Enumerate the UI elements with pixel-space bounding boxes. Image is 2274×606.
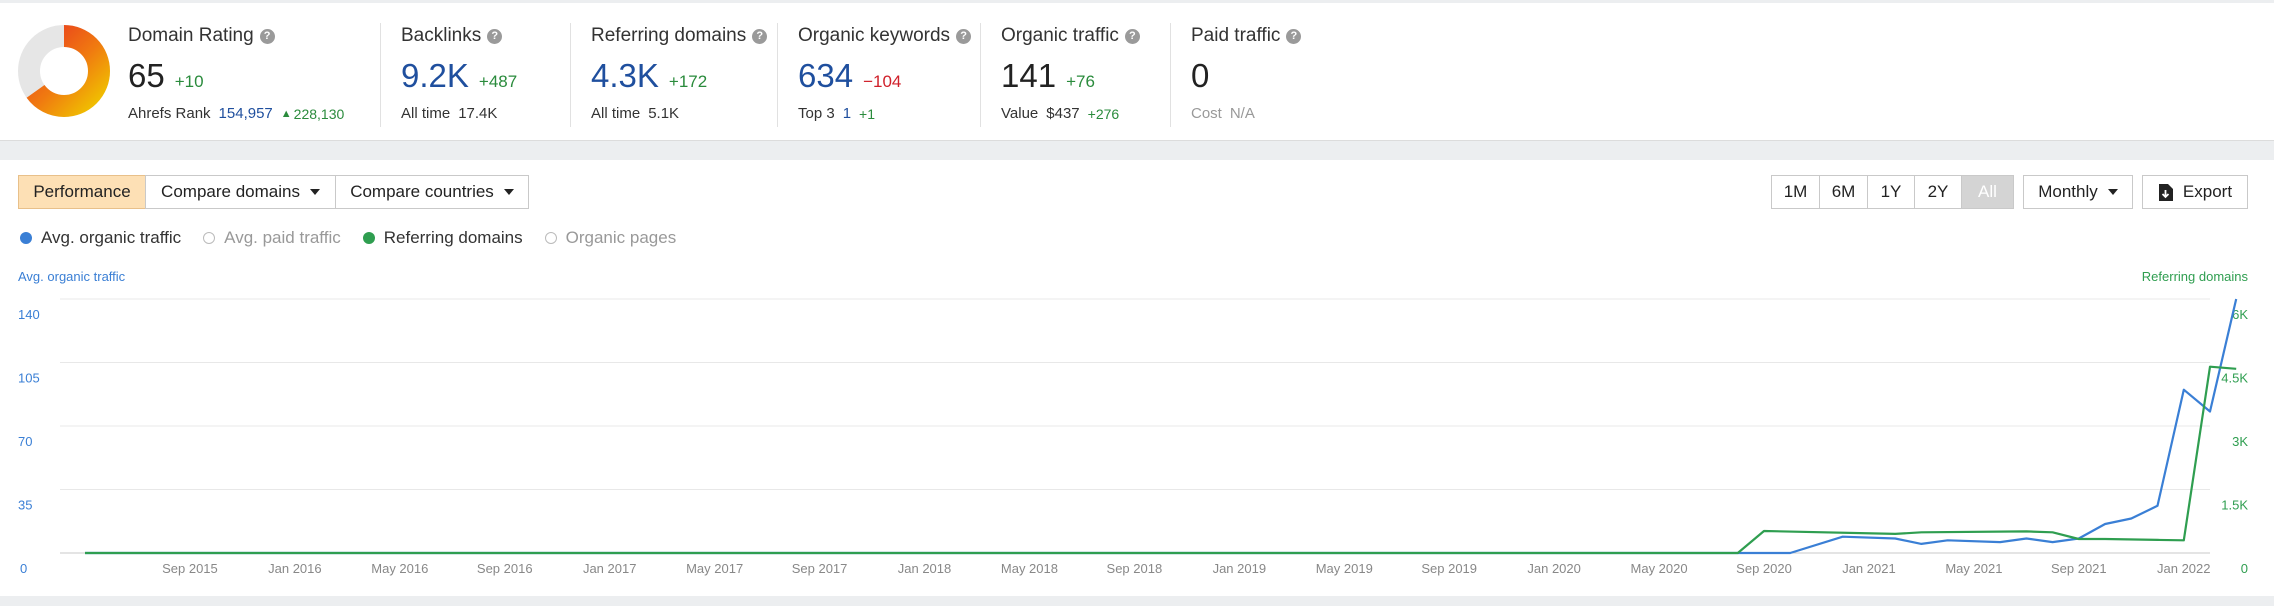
backlinks-metric: Backlinks? 9.2K +487 All time 17.4K bbox=[380, 23, 560, 127]
organic-traffic-value: 141 bbox=[1001, 57, 1057, 94]
y-right-tick-label: 3K bbox=[2232, 434, 2248, 449]
y-right-tick-label: 1.5K bbox=[2221, 498, 2248, 513]
x-tick-label: May 2018 bbox=[1001, 561, 1058, 576]
organic-keywords-title: Organic keywords bbox=[798, 25, 951, 46]
y-left-tick-label: 0 bbox=[20, 561, 27, 576]
referring-domains-alltime-value: 5.1K bbox=[648, 105, 680, 122]
top3-delta: +1 bbox=[859, 105, 876, 122]
x-tick-label: Jan 2017 bbox=[583, 561, 637, 576]
paid-traffic-title: Paid traffic bbox=[1191, 25, 1281, 46]
traffic-value-label: Value bbox=[1001, 105, 1039, 122]
backlinks-alltime-value: 17.4K bbox=[458, 105, 498, 122]
y-left-tick-label: 35 bbox=[18, 498, 32, 513]
cost-value: N/A bbox=[1229, 105, 1255, 122]
referring-domains-value[interactable]: 4.3K bbox=[591, 57, 659, 95]
y-left-tick-label: 70 bbox=[18, 434, 32, 449]
backlinks-delta: +487 bbox=[478, 72, 518, 91]
metrics-bar: Domain Rating? 65 +10 Ahrefs Rank 154,957 ▲… bbox=[0, 3, 2274, 141]
traffic-value-amount: $437 bbox=[1046, 105, 1080, 122]
x-tick-label: Sep 2017 bbox=[792, 561, 848, 576]
x-tick-label: Sep 2021 bbox=[2051, 561, 2107, 576]
x-tick-label: Jan 2022 bbox=[2157, 561, 2211, 576]
x-tick-label: Sep 2015 bbox=[162, 561, 218, 576]
ahrefs-rank-value[interactable]: 154,957 bbox=[219, 105, 273, 122]
x-tick-label: Sep 2019 bbox=[1421, 561, 1477, 576]
help-icon[interactable]: ? bbox=[956, 28, 972, 44]
help-icon[interactable]: ? bbox=[259, 28, 275, 44]
organic-keywords-metric: Organic keywords? 634 −104 Top 3 1 +1 bbox=[777, 23, 977, 127]
help-icon[interactable]: ? bbox=[487, 28, 503, 44]
ahrefs-rank-delta: 228,130 bbox=[293, 105, 345, 122]
referring-domains-title: Referring domains bbox=[591, 25, 747, 46]
x-tick-label: May 2017 bbox=[686, 561, 743, 576]
referring-domains-delta: +172 bbox=[668, 72, 708, 91]
arrow-up-icon: ▲ bbox=[280, 107, 292, 120]
backlinks-value[interactable]: 9.2K bbox=[401, 57, 469, 95]
top3-value[interactable]: 1 bbox=[843, 105, 851, 122]
referring-domains-alltime-label: All time bbox=[591, 105, 641, 122]
x-tick-label: Sep 2018 bbox=[1107, 561, 1163, 576]
y-axis-left-title: Avg. organic traffic bbox=[18, 269, 126, 284]
cost-label: Cost bbox=[1191, 105, 1222, 122]
x-tick-label: May 2016 bbox=[371, 561, 428, 576]
y-left-tick-label: 140 bbox=[18, 307, 40, 322]
domain-rating-title: Domain Rating bbox=[128, 25, 254, 46]
help-icon[interactable]: ? bbox=[1124, 28, 1140, 44]
x-tick-label: May 2019 bbox=[1316, 561, 1373, 576]
domain-rating-metric: Domain Rating? 65 +10 Ahrefs Rank 154,957 ▲… bbox=[128, 23, 378, 127]
traffic-chart: Avg. organic traffic Referring domains 0… bbox=[18, 269, 2249, 576]
help-icon[interactable]: ? bbox=[1286, 28, 1302, 44]
backlinks-alltime-label: All time bbox=[401, 105, 451, 122]
x-tick-label: Jan 2020 bbox=[1527, 561, 1581, 576]
x-tick-label: Jan 2018 bbox=[898, 561, 952, 576]
y-right-tick-label: 0 bbox=[2241, 561, 2248, 576]
x-tick-label: Jan 2021 bbox=[1842, 561, 1896, 576]
traffic-value-delta: +276 bbox=[1087, 105, 1120, 122]
referring-domains-metric: Referring domains? 4.3K +172 All time 5.1K bbox=[570, 23, 770, 127]
organic-keywords-value[interactable]: 634 bbox=[798, 57, 853, 95]
x-tick-label: Sep 2020 bbox=[1736, 561, 1792, 576]
x-tick-label: Jan 2019 bbox=[1213, 561, 1267, 576]
domain-rating-donut bbox=[18, 25, 110, 117]
organic-traffic-title: Organic traffic bbox=[1001, 25, 1119, 46]
performance-panel: Performance Compare domains Compare coun… bbox=[0, 160, 2274, 596]
organic-traffic-metric: Organic traffic? 141 +76 Value $437 +276 bbox=[980, 23, 1170, 127]
y-axis-right-title: Referring domains bbox=[2142, 269, 2249, 284]
paid-traffic-metric: Paid traffic? 0 Cost N/A bbox=[1170, 23, 1370, 127]
x-tick-label: Sep 2016 bbox=[477, 561, 533, 576]
x-tick-label: May 2020 bbox=[1631, 561, 1688, 576]
domain-rating-delta: +10 bbox=[174, 72, 204, 91]
backlinks-title: Backlinks bbox=[401, 25, 482, 46]
top3-label: Top 3 bbox=[798, 105, 835, 122]
series-line-referring-domains bbox=[85, 365, 2237, 555]
x-tick-label: May 2021 bbox=[1945, 561, 2002, 576]
ahrefs-rank-label: Ahrefs Rank bbox=[128, 105, 211, 122]
organic-traffic-delta: +76 bbox=[1066, 72, 1095, 91]
help-icon[interactable]: ? bbox=[752, 28, 768, 44]
organic-keywords-delta: −104 bbox=[863, 72, 902, 91]
x-tick-label: Jan 2016 bbox=[268, 561, 322, 576]
paid-traffic-value: 0 bbox=[1191, 57, 1210, 94]
domain-rating-value: 65 bbox=[128, 57, 165, 94]
y-left-tick-label: 105 bbox=[18, 371, 40, 386]
y-right-tick-label: 4.5K bbox=[2221, 371, 2248, 386]
